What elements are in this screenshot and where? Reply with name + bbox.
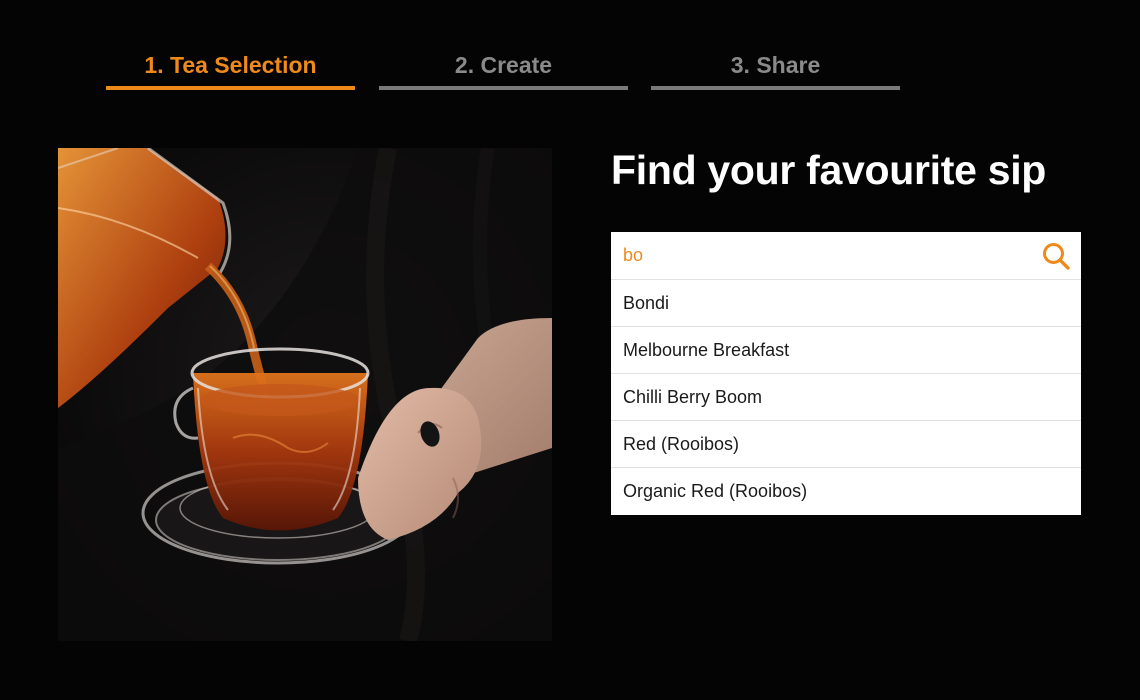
tea-search-combobox: Bondi Melbourne Breakfast Chilli Berry B… [611,232,1081,515]
step-progress-bar [379,86,628,90]
suggestion-item[interactable]: Chilli Berry Boom [611,374,1081,421]
step-label: 3. Share [730,52,821,78]
suggestion-item[interactable]: Melbourne Breakfast [611,327,1081,374]
step-create[interactable]: 2. Create [379,48,628,90]
step-label: 1. Tea Selection [144,52,317,78]
step-progress-bar [651,86,900,90]
suggestion-item[interactable]: Red (Rooibos) [611,421,1081,468]
search-icon[interactable] [1041,241,1071,271]
suggestion-list: Bondi Melbourne Breakfast Chilli Berry B… [611,280,1081,515]
tea-selection-page: 1. Tea Selection 2. Create 3. Share Find… [0,0,1140,700]
step-share[interactable]: 3. Share [651,48,900,90]
suggestion-item[interactable]: Organic Red (Rooibos) [611,468,1081,515]
suggestion-item[interactable]: Bondi [611,280,1081,327]
page-title: Find your favourite sip [611,147,1047,193]
step-label: 2. Create [454,52,553,78]
step-tea-selection[interactable]: 1. Tea Selection [106,48,355,90]
search-row [611,232,1081,280]
tea-pouring-photo [58,148,552,641]
step-progress-bar [106,86,355,90]
search-input[interactable] [611,232,1031,279]
